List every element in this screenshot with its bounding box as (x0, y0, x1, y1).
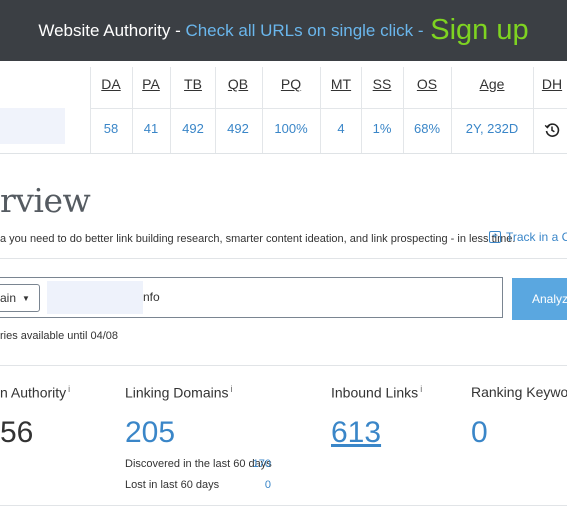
info-icon[interactable]: i (68, 384, 70, 394)
banner-cta-link[interactable]: Check all URLs on single click (185, 21, 413, 41)
metric-value-mt[interactable]: 4 (337, 121, 344, 136)
metrics-url-cell (0, 108, 65, 144)
lost-label: Lost in last 60 days (125, 479, 220, 491)
metric-header-tb[interactable]: TB (184, 76, 202, 92)
metric-header-os[interactable]: OS (417, 76, 437, 92)
metric-value-os[interactable]: 68% (414, 121, 440, 136)
chevron-down-icon: ▼ (22, 293, 30, 303)
metrics-column-divider (262, 67, 263, 153)
signup-link[interactable]: Sign up (430, 14, 528, 47)
domain-authority-value: 56 (0, 416, 34, 449)
track-link-label: Track in a Camp (506, 230, 567, 244)
section-divider (0, 505, 567, 506)
analyze-button[interactable]: Analyze (512, 278, 567, 320)
track-in-campaign-link[interactable]: + Track in a Camp (489, 230, 567, 244)
inbound-links-label: Inbound Links i (331, 384, 423, 401)
inbound-links-value[interactable]: 613 (331, 416, 381, 450)
section-divider (0, 258, 567, 259)
linking-domains-value[interactable]: 205 (125, 416, 175, 450)
promo-banner: Website Authority - Check all URLs on si… (0, 0, 567, 61)
discovered-value[interactable]: 170 (231, 458, 271, 470)
metrics-column-divider (361, 67, 362, 153)
url-input-value: nfo (143, 290, 160, 304)
metric-header-ss[interactable]: SS (373, 76, 392, 92)
metrics-column-divider (451, 67, 452, 153)
linking-domains-label: Linking Domains i (125, 384, 233, 401)
url-redacted-area (47, 281, 143, 314)
metric-header-pa[interactable]: PA (142, 76, 160, 92)
metric-value-pa[interactable]: 41 (144, 121, 158, 136)
metric-value-da[interactable]: 58 (104, 121, 118, 136)
metrics-column-divider (90, 67, 91, 153)
section-divider (0, 365, 567, 366)
metric-header-mt[interactable]: MT (331, 76, 351, 92)
metrics-column-divider (403, 67, 404, 153)
overview-title: rview (0, 181, 91, 220)
scope-select-value: ain (0, 291, 17, 305)
metrics-column-divider (533, 67, 534, 153)
metric-header-da[interactable]: DA (101, 76, 120, 92)
metric-header-pq[interactable]: PQ (281, 76, 301, 92)
scope-select[interactable]: ain ▼ (0, 284, 40, 312)
domain-authority-label: n Authority i (0, 384, 71, 401)
metrics-column-divider (215, 67, 216, 153)
info-icon[interactable]: i (231, 384, 233, 394)
metric-value-qb[interactable]: 492 (227, 121, 249, 136)
queries-note: ries available until 04/08 (0, 330, 119, 342)
metrics-table: DA PA TB QB PQ MT SS OS Age DH 58 41 492… (0, 61, 567, 154)
metric-header-qb[interactable]: QB (228, 76, 248, 92)
metric-value-ss[interactable]: 1% (373, 121, 392, 136)
metrics-row-divider (90, 108, 567, 109)
ranking-keywords-value[interactable]: 0 (471, 416, 488, 450)
info-icon[interactable]: i (420, 384, 422, 394)
metric-header-dh[interactable]: DH (542, 76, 562, 92)
metrics-column-divider (132, 67, 133, 153)
lost-value[interactable]: 0 (231, 479, 271, 491)
banner-separator: - (170, 20, 186, 40)
banner-title: Website Authority (38, 20, 171, 40)
metrics-column-divider (170, 67, 171, 153)
metric-value-age[interactable]: 2Y, 232D (466, 121, 519, 136)
plus-box-icon: + (489, 231, 501, 243)
metric-value-pq[interactable]: 100% (274, 121, 307, 136)
metric-value-tb[interactable]: 492 (182, 121, 204, 136)
metric-header-age[interactable]: Age (480, 76, 505, 92)
banner-separator-2: - (413, 20, 429, 40)
ranking-keywords-label: Ranking Keywords (471, 384, 567, 400)
history-clock-icon[interactable] (544, 122, 560, 138)
metrics-column-divider (320, 67, 321, 153)
overview-description: a you need to do better link building re… (0, 233, 516, 245)
